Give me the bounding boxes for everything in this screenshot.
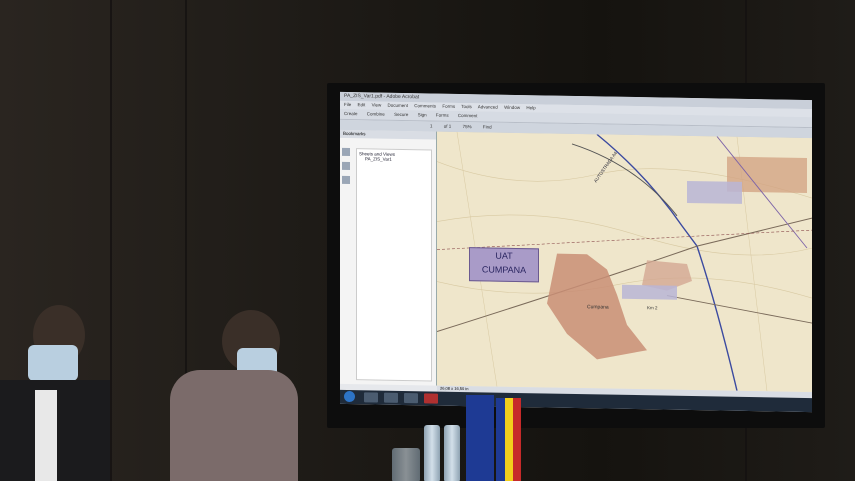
taskbar-app-icon[interactable] xyxy=(364,392,378,403)
taskbar-app-icon[interactable] xyxy=(384,392,398,403)
taskbar-app-icon[interactable] xyxy=(404,392,418,404)
person-right-body xyxy=(170,370,298,481)
projected-screen: PA_ZIS_Var1.pdf - Adobe Acrobat File Edi… xyxy=(340,91,812,413)
find-field[interactable]: Find xyxy=(483,124,492,129)
combine-button[interactable]: Combine xyxy=(367,111,385,116)
sign-button[interactable]: Sign xyxy=(418,112,427,117)
pages-icon[interactable] xyxy=(342,147,350,157)
menu-forms[interactable]: Forms xyxy=(442,104,455,109)
menu-comments[interactable]: Comments xyxy=(414,103,436,108)
shirt-collar xyxy=(35,390,57,481)
menu-document[interactable]: Document xyxy=(388,103,409,108)
menu-help[interactable]: Help xyxy=(526,105,535,110)
acrobat-taskbar-icon[interactable] xyxy=(424,393,438,404)
eu-flag xyxy=(466,395,494,481)
road-km-label: Km 2 xyxy=(647,305,658,311)
menu-advanced[interactable]: Advanced xyxy=(478,104,498,109)
page-number-field[interactable]: 1 xyxy=(430,123,433,128)
bookmark-icon[interactable] xyxy=(342,161,350,171)
face-mask xyxy=(28,345,78,381)
start-button-icon[interactable] xyxy=(344,390,355,403)
romania-flag-yellow xyxy=(505,398,513,481)
uat-line-2: CUMPANA xyxy=(481,264,527,276)
romania-flag-blue xyxy=(496,398,505,481)
window-title: PA_ZIS_Var1.pdf - Adobe Acrobat xyxy=(344,92,420,101)
wall-panel-line xyxy=(110,0,112,481)
page-total: of 1 xyxy=(443,123,452,129)
create-button[interactable]: Create xyxy=(344,111,358,116)
menu-window[interactable]: Window xyxy=(504,105,520,110)
comment-button[interactable]: Comment xyxy=(458,113,478,118)
menu-file[interactable]: File xyxy=(344,102,351,107)
page-dimensions: 26,08 x 16,50 in xyxy=(440,385,469,392)
tree-child[interactable]: PA_ZIS_Var1 xyxy=(359,156,429,162)
town-label: Cumpana xyxy=(587,304,609,311)
bookmark-tree: Sheets and Views PA_ZIS_Var1 xyxy=(356,148,432,382)
menu-view[interactable]: View xyxy=(372,102,382,107)
water-bottle xyxy=(444,425,460,481)
annotation-box xyxy=(687,180,742,204)
forms-button[interactable]: Forms xyxy=(436,113,449,118)
annotation-box xyxy=(622,284,677,300)
romania-flag-red xyxy=(513,398,521,481)
sidebar-header: Bookmarks xyxy=(340,129,436,140)
uat-label-box: UAT CUMPANA xyxy=(469,247,539,283)
map-view[interactable]: UAT CUMPANA Cumpana Km 2 AUTOSTRADA A4 xyxy=(437,131,812,393)
water-bottle xyxy=(424,425,440,481)
sidebar-icon-column xyxy=(342,147,352,190)
bookmarks-sidebar: Bookmarks Sheets and Views PA_ZIS_Var1 xyxy=(340,129,437,386)
menu-edit[interactable]: Edit xyxy=(358,102,366,107)
secure-button[interactable]: Secure xyxy=(394,112,408,117)
attachment-icon[interactable] xyxy=(342,175,350,185)
glass xyxy=(392,448,420,481)
zoom-field[interactable]: 75% xyxy=(463,124,472,129)
menu-tools[interactable]: Tools xyxy=(461,104,472,109)
uat-line-1: UAT xyxy=(495,250,513,261)
